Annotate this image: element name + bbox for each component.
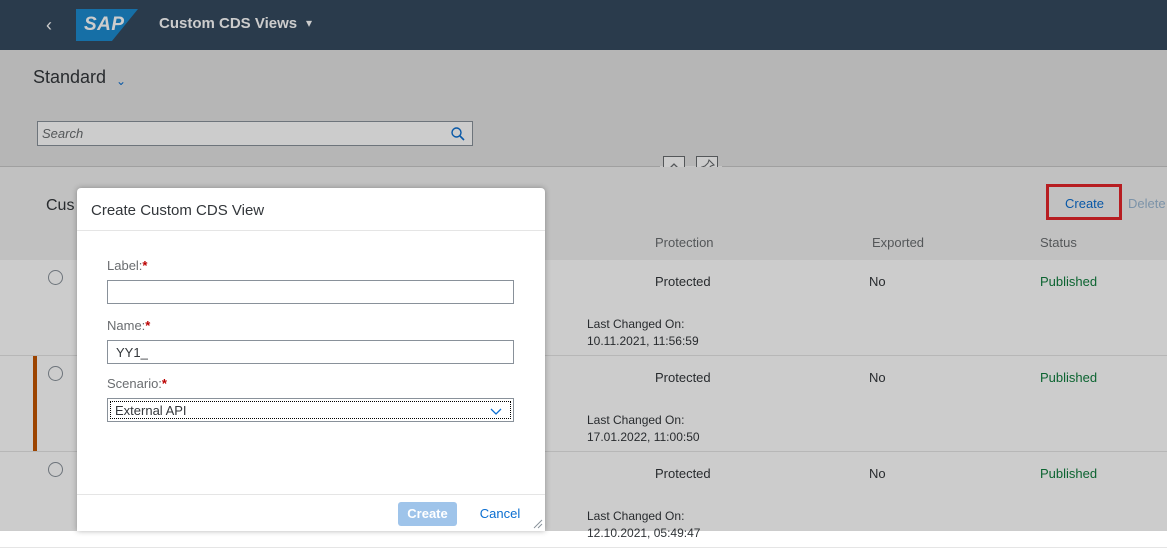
required-marker: *: [142, 258, 148, 273]
name-input[interactable]: YY1_: [107, 340, 514, 364]
dialog-cancel-button[interactable]: Cancel: [469, 502, 531, 526]
create-cds-view-dialog: Create Custom CDS View Label:* Name:* YY…: [77, 188, 545, 531]
dialog-create-button[interactable]: Create: [398, 502, 457, 526]
resize-handle-icon[interactable]: [533, 519, 543, 529]
label-field-text: Label:: [107, 258, 143, 273]
required-marker: *: [161, 376, 167, 391]
name-field-label: Name:*: [107, 318, 150, 333]
dialog-title: Create Custom CDS View: [91, 202, 265, 219]
dialog-header-divider: [77, 230, 545, 231]
dialog-footer-divider: [77, 494, 545, 495]
scenario-select[interactable]: External API: [107, 398, 514, 422]
label-field-label: Label:*: [107, 258, 147, 273]
chevron-down-icon[interactable]: [489, 404, 503, 418]
label-input[interactable]: [107, 280, 514, 304]
scenario-field-text: Scenario:: [107, 376, 162, 391]
scenario-value: External API: [115, 403, 187, 418]
name-field-text: Name:: [107, 318, 146, 333]
required-marker: *: [145, 318, 151, 333]
scenario-field-label: Scenario:*: [107, 376, 167, 391]
